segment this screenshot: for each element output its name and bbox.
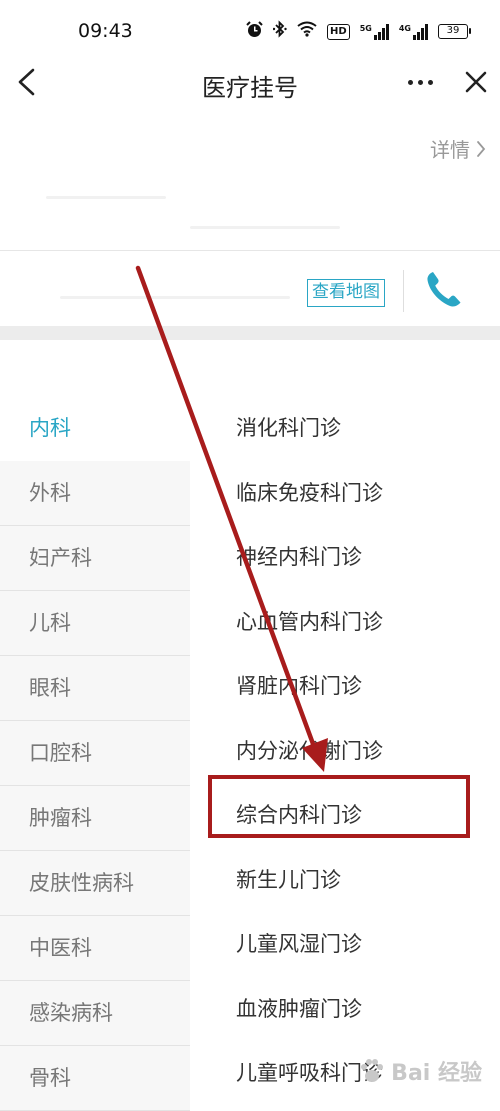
- department-item-infectious[interactable]: 感染病科: [0, 981, 190, 1046]
- phone-icon: [427, 272, 461, 307]
- signal-5g-label: 5G: [359, 23, 372, 33]
- wifi-icon: [297, 21, 317, 42]
- vertical-divider: [403, 270, 404, 312]
- watermark-text: Bai 经验: [391, 1061, 482, 1086]
- clinic-item[interactable]: 肾脏内科门诊: [236, 654, 500, 719]
- clinic-item[interactable]: 血液肿瘤门诊: [236, 977, 500, 1042]
- department-item-dermatology[interactable]: 皮肤性病科: [0, 851, 190, 916]
- status-bar: 09:43 HD 5G 4G 39: [0, 0, 500, 62]
- view-map-button[interactable]: 查看地图: [307, 279, 385, 307]
- department-item-ophthalmology[interactable]: 眼科: [0, 656, 190, 721]
- battery-icon: 39: [438, 24, 471, 39]
- department-item-pediatrics[interactable]: 儿科: [0, 591, 190, 656]
- signal-4g-icon: 4G: [398, 23, 428, 40]
- detail-link[interactable]: 详情: [430, 134, 486, 163]
- bluetooth-icon: [272, 20, 287, 43]
- clinic-item[interactable]: 心血管内科门诊: [236, 590, 500, 655]
- nav-bar: 医疗挂号: [0, 62, 500, 102]
- watermark: Bai 经验: [357, 1055, 482, 1087]
- section-separator: [0, 326, 500, 340]
- baidu-paw-icon: [361, 1059, 384, 1082]
- annotation-highlight-box: [208, 775, 470, 838]
- signal-4g-label: 4G: [398, 23, 411, 33]
- detail-label: 详情: [430, 138, 470, 162]
- more-button[interactable]: [402, 70, 438, 94]
- department-item-obstetrics[interactable]: 妇产科: [0, 526, 190, 591]
- blurred-text: [190, 226, 340, 229]
- back-button[interactable]: [14, 62, 42, 102]
- chevron-right-icon: [477, 140, 486, 157]
- close-button[interactable]: [462, 68, 490, 96]
- phone-button[interactable]: [424, 268, 466, 310]
- status-time: 09:43: [78, 20, 133, 42]
- clinic-list: 消化科门诊 临床免疫科门诊 神经内科门诊 心血管内科门诊 肾脏内科门诊 内分泌代…: [236, 396, 500, 1106]
- chevron-left-icon: [18, 68, 35, 96]
- more-dots-icon: [407, 79, 413, 85]
- signal-5g-icon: 5G: [359, 23, 389, 40]
- clinic-item[interactable]: 临床免疫科门诊: [236, 461, 500, 526]
- blurred-text: [46, 196, 166, 199]
- department-item-tcm[interactable]: 中医科: [0, 916, 190, 981]
- blurred-address: [60, 296, 290, 299]
- clinic-item[interactable]: 儿童风湿门诊: [236, 912, 500, 977]
- status-icons: HD 5G 4G 39: [246, 20, 471, 43]
- clinic-item[interactable]: 神经内科门诊: [236, 525, 500, 590]
- close-icon: [465, 71, 487, 93]
- alarm-clock-icon: [246, 20, 263, 43]
- clinic-item[interactable]: 消化科门诊: [236, 396, 500, 461]
- clinic-item[interactable]: 内分泌代谢门诊: [236, 719, 500, 784]
- divider: [0, 250, 500, 251]
- battery-level: 39: [446, 25, 460, 36]
- app-screen: 09:43 HD 5G 4G 39 医疗挂号 详情 查看地图 内科 外科 妇产科…: [0, 0, 500, 1111]
- clinic-item[interactable]: 新生儿门诊: [236, 848, 500, 913]
- department-item-stomatology[interactable]: 口腔科: [0, 721, 190, 786]
- department-item-oncology[interactable]: 肿瘤科: [0, 786, 190, 851]
- hd-badge: HD: [327, 23, 350, 40]
- department-item-surgery[interactable]: 外科: [0, 461, 190, 526]
- department-list: 内科 外科 妇产科 儿科 眼科 口腔科 肿瘤科 皮肤性病科 中医科 感染病科 骨…: [0, 396, 190, 1111]
- department-item-internal-medicine[interactable]: 内科: [0, 396, 190, 461]
- department-item-orthopedics[interactable]: 骨科: [0, 1046, 190, 1111]
